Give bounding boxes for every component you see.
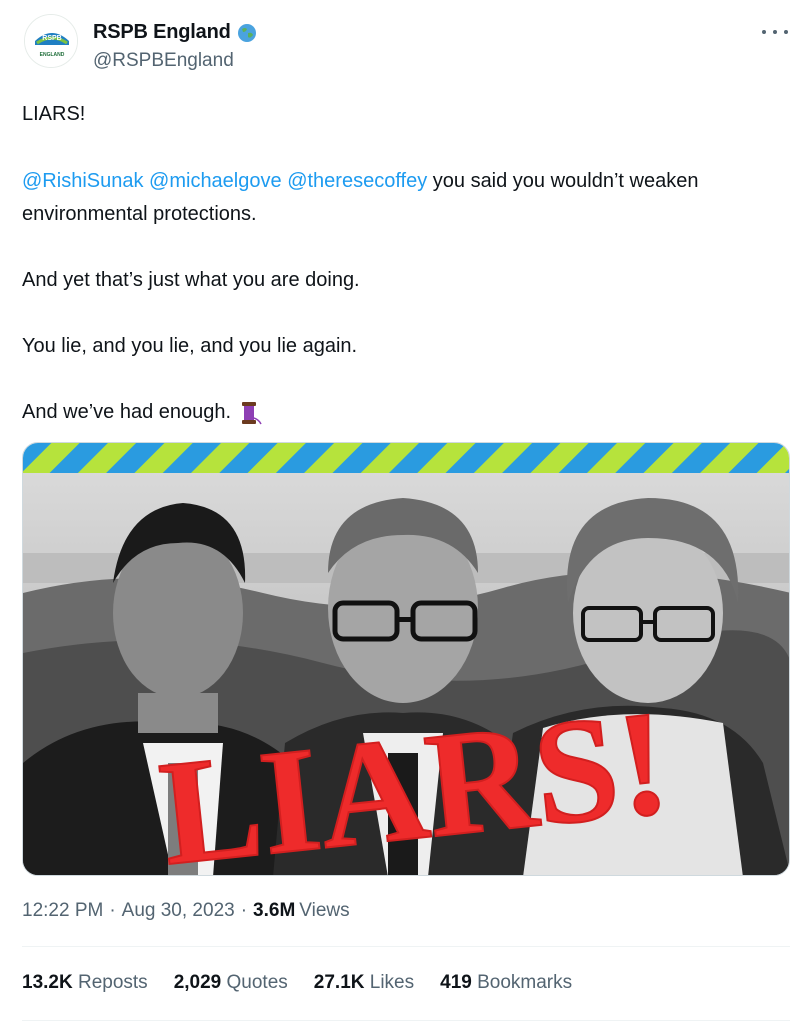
author-name-row[interactable]: RSPB England — [93, 21, 257, 44]
tweet-meta: 12:22 PM · Aug 30, 2023 · 3.6M Views — [22, 900, 350, 922]
separator-dot: · — [109, 900, 116, 921]
more-options-icon[interactable] — [762, 22, 788, 42]
divider — [22, 946, 790, 947]
divider — [22, 1020, 790, 1021]
views-label: Views — [299, 900, 350, 921]
quotes-stat[interactable]: 2,029 Quotes — [174, 972, 288, 994]
mention-theresecoffey[interactable]: @theresecoffey — [287, 170, 427, 192]
mention-michaelgove[interactable]: @michaelgove — [149, 170, 282, 192]
author-handle[interactable]: @RSPBEngland — [93, 50, 234, 72]
bookmarks-stat[interactable]: 419 Bookmarks — [440, 972, 572, 994]
tweet-line-4: You lie, and you lie, and you lie again. — [22, 335, 358, 357]
bookmarks-count: 419 — [440, 972, 472, 993]
tweet-line-5: And we’ve had enough. — [22, 396, 263, 429]
stripe-banner — [23, 443, 789, 473]
engagement-stats: 13.2K Reposts 2,029 Quotes 27.1K Likes 4… — [22, 972, 598, 994]
tweet-line-3: And yet that’s just what you are doing. — [22, 269, 360, 291]
quotes-count: 2,029 — [173, 972, 222, 993]
svg-text:ENGLAND: ENGLAND — [40, 52, 65, 58]
tweet-line-5-text: And we’ve had enough. — [22, 401, 232, 423]
likes-count: 27.1K — [313, 972, 365, 993]
mention-rishisunak[interactable]: @RishiSunak — [22, 170, 143, 192]
liars-campaign-image: LIARS! — [23, 443, 789, 875]
thread-spool-icon — [242, 401, 262, 424]
rspb-logo: RSPB ENGLAND — [25, 15, 77, 67]
reposts-label: Reposts — [77, 972, 148, 993]
tweet-line-1: LIARS! — [22, 103, 86, 125]
reposts-count: 13.2K — [22, 972, 73, 993]
tweet-line-2: @RishiSunak @michaelgove @theresecoffey … — [22, 165, 782, 231]
author-display-name[interactable]: RSPB England — [93, 21, 231, 44]
tweet-media-image[interactable]: LIARS! — [22, 442, 790, 876]
likes-stat[interactable]: 27.1K Likes — [314, 972, 414, 994]
quotes-label: Quotes — [226, 972, 288, 993]
globe-icon — [237, 23, 256, 42]
views-count: 3.6M — [253, 900, 296, 921]
avatar[interactable]: RSPB ENGLAND — [24, 14, 78, 68]
reposts-stat[interactable]: 13.2K Reposts — [22, 972, 148, 994]
tweet-time[interactable]: 12:22 PM — [22, 900, 103, 922]
svg-text:RSPB: RSPB — [42, 35, 61, 42]
separator-dot: · — [240, 900, 248, 921]
tweet-date[interactable]: Aug 30, 2023 — [122, 900, 235, 922]
likes-label: Likes — [369, 972, 415, 993]
bookmarks-label: Bookmarks — [477, 972, 573, 993]
